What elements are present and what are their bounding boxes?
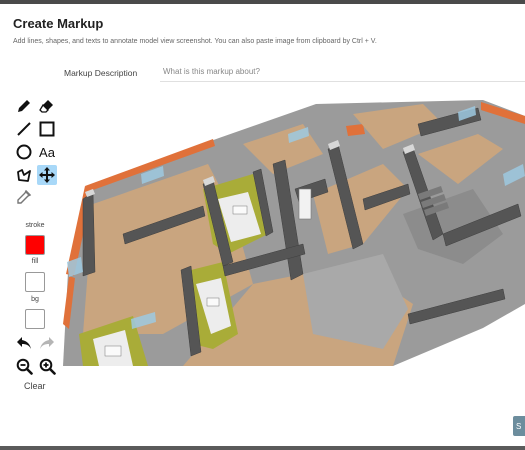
stroke-label: stroke bbox=[25, 222, 45, 229]
markup-description-label: Markup Description bbox=[64, 68, 138, 78]
dialog-subtitle: Add lines, shapes, and texts to annotate… bbox=[13, 38, 377, 45]
bg-label: bg bbox=[31, 296, 39, 303]
rectangle-icon bbox=[39, 121, 55, 137]
line-icon bbox=[17, 122, 31, 136]
eyedropper-tool[interactable] bbox=[14, 187, 34, 207]
eraser-icon bbox=[39, 100, 53, 113]
undo-icon bbox=[17, 337, 31, 349]
move-tool[interactable] bbox=[37, 165, 57, 185]
zoom-in-button[interactable] bbox=[37, 356, 57, 376]
stroke-color-swatch[interactable] bbox=[25, 235, 45, 255]
redo-button[interactable] bbox=[37, 333, 57, 353]
rectangle-tool[interactable] bbox=[37, 119, 57, 139]
polygon-tool[interactable] bbox=[14, 165, 34, 185]
text-tool[interactable]: Aa bbox=[37, 142, 57, 162]
save-button[interactable]: S bbox=[513, 416, 525, 436]
pencil-tool[interactable] bbox=[14, 96, 34, 116]
fill-color-swatch[interactable] bbox=[25, 272, 45, 292]
floor-plan-render bbox=[63, 100, 525, 366]
dialog-title: Create Markup bbox=[13, 16, 104, 31]
bg-color-swatch[interactable] bbox=[25, 309, 45, 329]
eyedropper-icon bbox=[17, 189, 32, 204]
circle-icon bbox=[16, 144, 32, 160]
model-view-canvas[interactable] bbox=[63, 94, 525, 366]
text-tool-label: Aa bbox=[39, 144, 55, 160]
clear-button[interactable]: Clear bbox=[24, 381, 46, 391]
fill-label: fill bbox=[31, 258, 39, 265]
top-bar bbox=[0, 0, 525, 4]
move-arrows-icon bbox=[39, 167, 55, 183]
undo-button[interactable] bbox=[14, 333, 34, 353]
bottom-bar bbox=[0, 446, 525, 450]
zoom-out-icon bbox=[16, 358, 33, 375]
pencil-icon bbox=[18, 100, 30, 112]
polygon-icon bbox=[17, 169, 31, 182]
zoom-out-button[interactable] bbox=[14, 356, 34, 376]
zoom-in-icon bbox=[39, 358, 56, 375]
circle-tool[interactable] bbox=[14, 142, 34, 162]
line-tool[interactable] bbox=[14, 119, 34, 139]
redo-icon bbox=[40, 337, 54, 349]
eraser-tool[interactable] bbox=[37, 96, 57, 116]
markup-description-input[interactable] bbox=[160, 62, 525, 82]
